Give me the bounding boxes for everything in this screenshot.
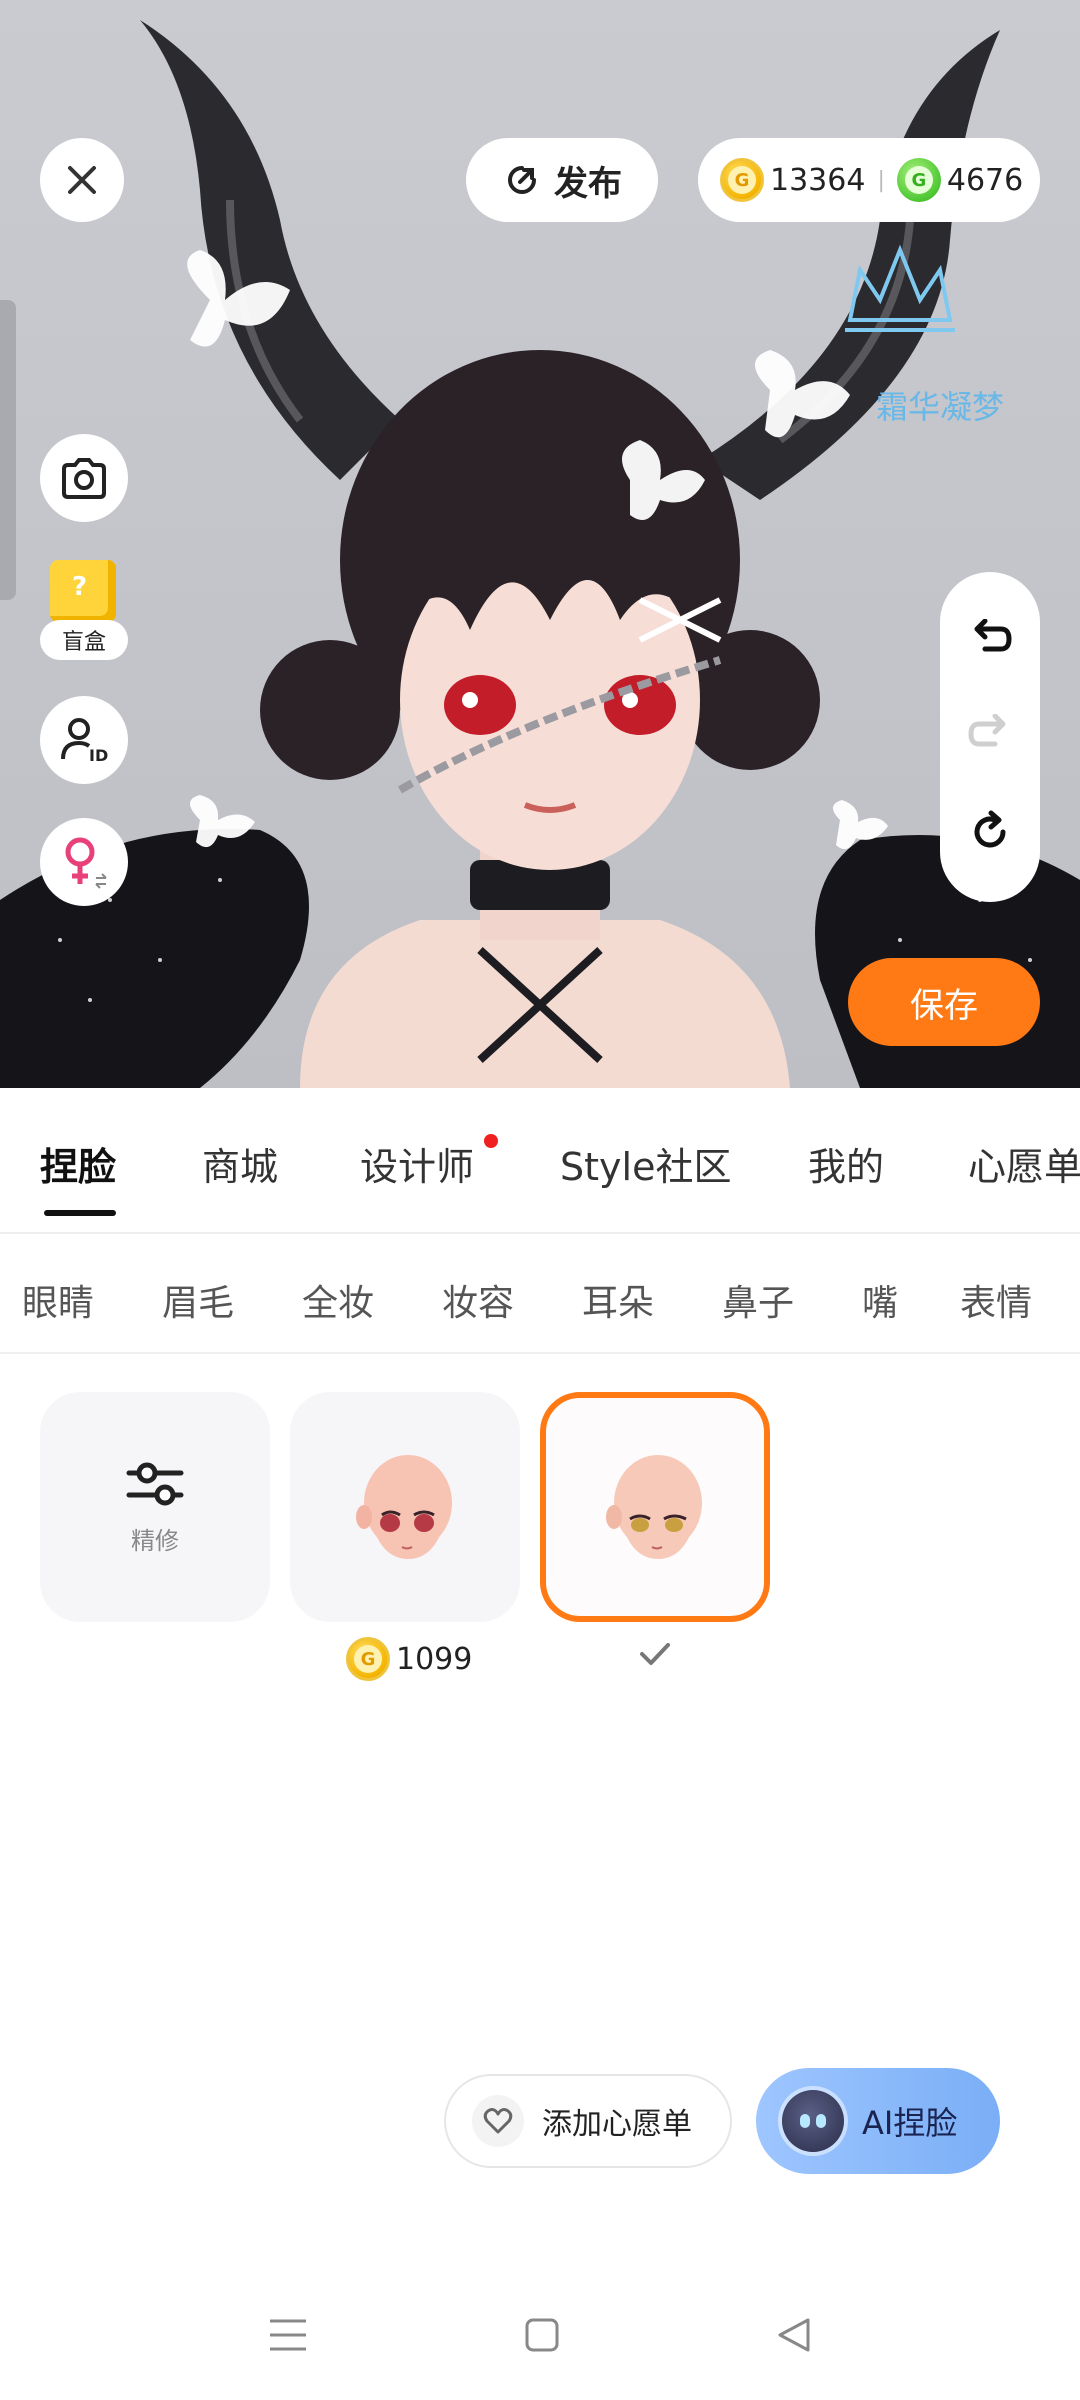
sliders-icon: [126, 1462, 184, 1505]
face-preview-thumbnail: [356, 1455, 452, 1559]
gold-coin-icon: G: [720, 158, 764, 202]
undo-icon[interactable]: [967, 619, 1013, 659]
camera-icon: [62, 458, 106, 499]
tab-style-community[interactable]: Style社区: [560, 1136, 731, 1191]
side-drawer-handle[interactable]: [0, 300, 16, 600]
refine-button[interactable]: 精修: [40, 1392, 270, 1622]
blind-box-label: 盲盒: [40, 620, 128, 660]
user-id-icon: ID: [61, 718, 108, 765]
tab-store[interactable]: 商城: [202, 1136, 278, 1191]
add-wishlist-label: 添加心愿单: [542, 2107, 692, 2142]
save-button[interactable]: 保存: [848, 958, 1040, 1046]
edit-history-panel: [940, 572, 1040, 902]
category-tab-bar: 眼睛 眉毛 全妆 妆容 耳朵 鼻子 嘴 表情: [0, 1236, 1080, 1354]
system-navigation-bar: [0, 2270, 1080, 2400]
subtab-ears[interactable]: 耳朵: [582, 1274, 654, 1326]
item-price: G 1099: [346, 1636, 472, 1682]
ai-robot-icon: [782, 2090, 844, 2152]
svg-text:ID: ID: [89, 746, 108, 765]
currency-balance[interactable]: G 13364 | G 4676: [698, 138, 1040, 222]
main-tab-bar: 捏脸 商城 设计师 Style社区 我的 心愿单: [0, 1088, 1080, 1234]
tab-designer[interactable]: 设计师: [360, 1136, 474, 1191]
ai-face-label: AI捏脸: [862, 2104, 958, 2142]
subtab-expression[interactable]: 表情: [960, 1274, 1032, 1326]
reset-icon[interactable]: [967, 809, 1013, 855]
subtab-eyebrows[interactable]: 眉毛: [162, 1274, 234, 1326]
gender-switch-button[interactable]: [40, 818, 128, 906]
green-coin-count: 4676: [946, 162, 1024, 198]
publish-button[interactable]: 发布: [466, 138, 658, 222]
close-button[interactable]: [40, 138, 124, 222]
face-item-2-selected[interactable]: [540, 1392, 770, 1622]
subtab-eyes[interactable]: 眼睛: [22, 1274, 94, 1326]
subtab-mouth[interactable]: 嘴: [862, 1274, 898, 1326]
gold-coin-icon: G: [346, 1637, 390, 1681]
refine-label: 精修: [131, 1526, 179, 1555]
checkmark-icon: [640, 1643, 670, 1665]
green-coin-icon: G: [896, 158, 941, 202]
ai-face-button[interactable]: AI捏脸: [756, 2068, 1000, 2174]
subtab-full-makeup[interactable]: 全妆: [302, 1274, 374, 1326]
close-icon: [68, 166, 96, 194]
active-tab-indicator: [44, 1210, 116, 1216]
watermark-text: 霜华凝梦: [876, 388, 1004, 426]
back-icon[interactable]: [776, 2317, 812, 2353]
notification-dot: [484, 1134, 498, 1148]
menu-icon[interactable]: [268, 2317, 308, 2353]
subtab-makeup[interactable]: 妆容: [442, 1274, 514, 1326]
gold-coin-count: 13364: [770, 162, 866, 198]
item-price-value: 1099: [396, 1641, 473, 1677]
blind-box-icon: ?: [50, 560, 116, 622]
tab-mine[interactable]: 我的: [808, 1136, 884, 1191]
tab-wishlist[interactable]: 心愿单: [968, 1136, 1080, 1191]
add-wishlist-button[interactable]: 添加心愿单: [444, 2074, 732, 2168]
avatar-id-button[interactable]: ID: [40, 696, 128, 784]
camera-button[interactable]: [40, 434, 128, 522]
subtab-nose[interactable]: 鼻子: [722, 1274, 794, 1326]
currency-divider: |: [877, 167, 885, 193]
tab-face[interactable]: 捏脸: [40, 1136, 116, 1191]
home-icon[interactable]: [524, 2317, 560, 2353]
heart-icon-wrap: [472, 2095, 524, 2147]
publish-label: 发布: [554, 163, 622, 204]
face-item-1[interactable]: [290, 1392, 520, 1622]
female-gender-icon: [65, 837, 107, 889]
heart-icon: [483, 2108, 513, 2134]
face-preview-thumbnail: [606, 1455, 702, 1559]
avatar-preview[interactable]: 霜华凝梦 发布 G 13364 | G 4676 ? 盲盒 ID 保存: [0, 0, 1080, 1088]
redo-icon[interactable]: [967, 713, 1013, 754]
blind-box-button[interactable]: ? 盲盒: [40, 560, 130, 664]
publish-icon: [508, 166, 536, 194]
